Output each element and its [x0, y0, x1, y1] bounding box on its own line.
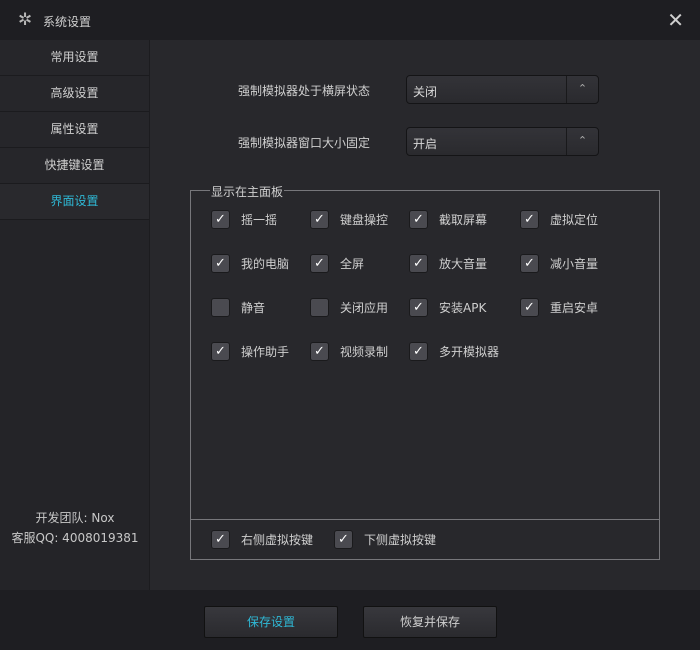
- checkmark-icon[interactable]: ✓: [310, 210, 329, 229]
- checkmark-icon[interactable]: ✓: [310, 254, 329, 273]
- checkbox[interactable]: ✓ 操作助手: [211, 342, 289, 361]
- checkbox-box[interactable]: [310, 298, 329, 317]
- checkbox[interactable]: ✓ 视频录制: [310, 342, 388, 361]
- sidebar-item-advanced[interactable]: 高级设置: [0, 76, 149, 112]
- checkbox-label: 安装APK: [439, 301, 487, 315]
- restore-save-button[interactable]: 恢复并保存: [363, 606, 497, 638]
- setting-label-landscape: 强制模拟器处于横屏状态: [238, 84, 371, 98]
- checkmark-icon[interactable]: ✓: [409, 254, 428, 273]
- checkbox[interactable]: ✓ 截取屏幕: [409, 210, 487, 229]
- checkmark-icon[interactable]: ✓: [334, 530, 353, 549]
- checkmark-icon[interactable]: ✓: [520, 210, 539, 229]
- checkbox[interactable]: ✓ 减小音量: [520, 254, 598, 273]
- checkbox-label: 放大音量: [439, 257, 488, 271]
- fixed-size-select[interactable]: 开启 ⌃: [406, 127, 599, 156]
- sidebar-item-common[interactable]: 常用设置: [0, 40, 149, 76]
- checkbox[interactable]: ✓ 虚拟定位: [520, 210, 598, 229]
- checkmark-icon[interactable]: ✓: [409, 210, 428, 229]
- sidebar-item-interface[interactable]: 界面设置: [0, 184, 149, 220]
- divider: [191, 519, 659, 520]
- checkbox-label: 截取屏幕: [439, 213, 488, 227]
- support-qq: 客服QQ: 4008019381: [11, 531, 139, 545]
- checkmark-icon[interactable]: ✓: [211, 342, 230, 361]
- title-bar: ✲ 系统设置 ✕: [0, 0, 700, 40]
- checkbox[interactable]: ✓ 多开模拟器: [409, 342, 499, 361]
- checkmark-icon[interactable]: ✓: [520, 254, 539, 273]
- checkbox-label: 减小音量: [550, 257, 599, 271]
- checkbox-label: 摇一摇: [241, 213, 278, 227]
- checkbox-label: 我的电脑: [241, 257, 290, 271]
- sidebar-item-properties[interactable]: 属性设置: [0, 112, 149, 148]
- checkmark-icon[interactable]: ✓: [409, 298, 428, 317]
- checkbox[interactable]: ✓ 右侧虚拟按键: [211, 530, 313, 549]
- checkbox[interactable]: ✓ 安装APK: [409, 298, 486, 317]
- setting-label-fixed-size: 强制模拟器窗口大小固定: [238, 136, 371, 150]
- checkbox-box[interactable]: [211, 298, 230, 317]
- checkmark-icon[interactable]: ✓: [520, 298, 539, 317]
- chevron-updown-icon[interactable]: ⌃: [566, 76, 598, 103]
- checkbox-label: 键盘操控: [340, 213, 389, 227]
- sidebar-footer: 开发团队: Nox 客服QQ: 4008019381: [0, 508, 150, 548]
- checkmark-icon[interactable]: ✓: [211, 254, 230, 273]
- checkbox-label: 操作助手: [241, 345, 290, 359]
- checkmark-icon[interactable]: ✓: [310, 342, 329, 361]
- dev-team: 开发团队: Nox: [35, 511, 115, 525]
- checkbox[interactable]: ✓ 全屏: [310, 254, 364, 273]
- checkbox[interactable]: ✓ 下侧虚拟按键: [334, 530, 436, 549]
- checkbox[interactable]: ✓ 摇一摇: [211, 210, 277, 229]
- select-value: 关闭: [413, 85, 438, 99]
- checkbox-label: 虚拟定位: [550, 213, 599, 227]
- checkbox-label: 右侧虚拟按键: [241, 533, 314, 547]
- sidebar-item-shortcuts[interactable]: 快捷键设置: [0, 148, 149, 184]
- gear-icon: ✲: [18, 10, 33, 30]
- checkmark-icon[interactable]: ✓: [409, 342, 428, 361]
- checkbox[interactable]: ✓ 放大音量: [409, 254, 487, 273]
- checkmark-icon[interactable]: ✓: [211, 210, 230, 229]
- checkmark-icon[interactable]: ✓: [211, 530, 230, 549]
- checkbox-label: 下侧虚拟按键: [364, 533, 437, 547]
- checkbox[interactable]: ✓ 键盘操控: [310, 210, 388, 229]
- main-panel-group: 显示在主面板 ✓ 摇一摇 ✓ 键盘操控 ✓ 截取屏幕 ✓ 虚拟定位 ✓ 我的电脑 ✓ 全屏 ✓ 放大音量 ✓…: [190, 183, 660, 560]
- checkbox-label: 关闭应用: [340, 301, 389, 315]
- group-title: 显示在主面板: [210, 183, 285, 200]
- chevron-updown-icon[interactable]: ⌃: [566, 128, 598, 155]
- save-button[interactable]: 保存设置: [204, 606, 338, 638]
- checkbox-label: 多开模拟器: [439, 345, 500, 359]
- select-value: 开启: [413, 137, 438, 151]
- checkbox[interactable]: 关闭应用: [310, 298, 388, 317]
- checkbox-label: 静音: [241, 301, 266, 315]
- sidebar: 常用设置 高级设置 属性设置 快捷键设置 界面设置 开发团队: Nox 客服QQ…: [0, 40, 150, 590]
- window-title: 系统设置: [43, 15, 92, 29]
- checkbox-label: 视频录制: [340, 345, 389, 359]
- checkbox-label: 重启安卓: [550, 301, 599, 315]
- checkbox[interactable]: ✓ 重启安卓: [520, 298, 598, 317]
- checkbox[interactable]: 静音: [211, 298, 265, 317]
- close-icon[interactable]: ✕: [667, 8, 684, 32]
- checkbox[interactable]: ✓ 我的电脑: [211, 254, 289, 273]
- checkbox-label: 全屏: [340, 257, 365, 271]
- footer: 保存设置 恢复并保存: [0, 590, 700, 650]
- landscape-select[interactable]: 关闭 ⌃: [406, 75, 599, 104]
